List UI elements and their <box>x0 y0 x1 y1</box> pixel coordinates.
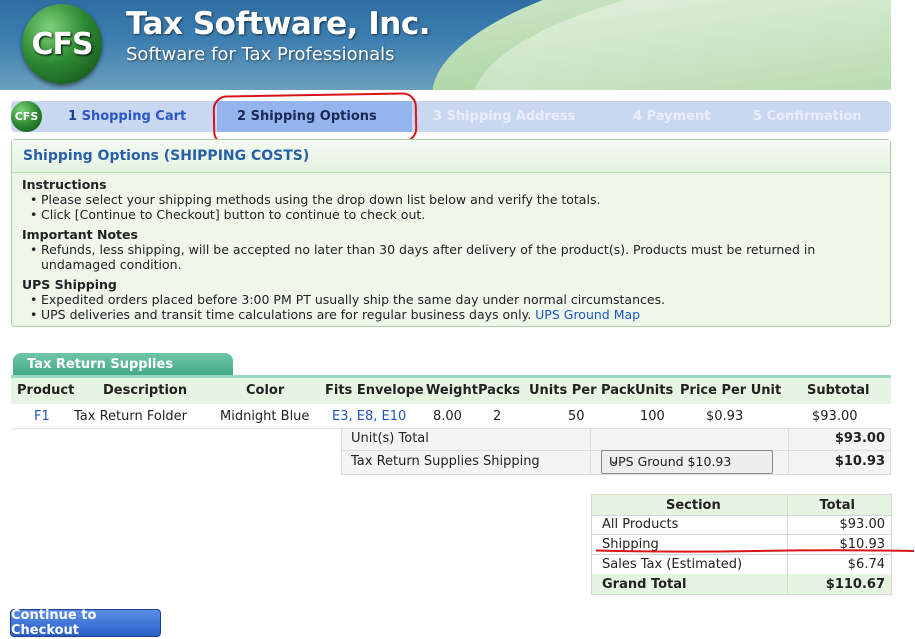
totals-row-value: $6.74 <box>847 557 885 572</box>
cell-description: Tax Return Folder <box>74 409 188 424</box>
product-link[interactable]: F1 <box>34 409 50 424</box>
ups-item: Expedited orders placed before 3:00 PM P… <box>30 292 665 307</box>
step-number: 4 <box>633 109 643 124</box>
ups-heading: UPS Shipping <box>22 277 117 292</box>
step-shipping-address: 3 Shipping Address <box>433 109 575 124</box>
totals-header-row: Section Total <box>591 494 892 516</box>
ups-section: UPS Shipping Expedited orders placed bef… <box>22 277 665 322</box>
instructions-heading: Instructions <box>22 177 107 192</box>
instruction-item: Click [Continue to Checkout] button to c… <box>30 207 600 222</box>
chevron-down-icon: ⌄ <box>609 453 620 467</box>
grand-total-value: $110.67 <box>825 577 885 592</box>
fits-envelope-link[interactable]: E3, E8, E10 <box>332 409 406 424</box>
col-color: Color <box>246 383 285 398</box>
cell-units-per-pack: 50 <box>568 409 585 424</box>
step-number: 5 <box>753 109 763 124</box>
step-label: Shipping Address <box>446 109 576 124</box>
units-total-empty-cell <box>590 428 790 452</box>
tax-return-supplies-tab: Tax Return Supplies <box>13 353 233 375</box>
totals-row-label: Sales Tax (Estimated) <box>602 557 743 572</box>
totals-header-section: Section <box>666 498 721 513</box>
col-weight: Weight <box>426 383 478 398</box>
shipping-method-label: Tax Return Supplies Shipping <box>351 454 540 469</box>
step-label: Shopping Cart <box>81 109 187 124</box>
notes-heading: Important Notes <box>22 227 138 242</box>
cell-packs: 2 <box>493 409 502 424</box>
step-shopping-cart[interactable]: 1 Shopping Cart <box>68 109 186 124</box>
ups-item: UPS deliveries and transit time calculat… <box>30 307 665 322</box>
mini-logo-text: CFS <box>14 110 39 123</box>
cell-subtotal: $93.00 <box>812 409 858 424</box>
supplies-table-header: Product Description Color Fits Envelope … <box>11 378 891 404</box>
units-total-label: Unit(s) Total <box>351 431 429 446</box>
ups-item-text: UPS deliveries and transit time calculat… <box>41 307 532 322</box>
panel-title: Shipping Options (SHIPPING COSTS) <box>23 148 310 164</box>
units-total-value: $93.00 <box>834 431 885 446</box>
totals-header-total: Total <box>819 498 855 513</box>
red-underline-annotation <box>596 549 914 553</box>
ups-ground-map-link[interactable]: UPS Ground Map <box>535 307 640 322</box>
col-description: Description <box>103 383 188 398</box>
table-row: F1 Tax Return Folder Midnight Blue E3, E… <box>11 404 891 429</box>
logo-text: CFS <box>31 26 93 62</box>
shipping-info-panel: Shipping Options (SHIPPING COSTS) Instru… <box>11 139 891 327</box>
site-header: CFS Tax Software, Inc. Software for Tax … <box>0 0 891 90</box>
totals-row: All Products $93.00 <box>591 514 892 535</box>
col-packs: Packs <box>478 383 521 398</box>
brand-title: Tax Software, Inc. <box>126 6 430 42</box>
cfs-mini-logo: CFS <box>11 101 42 132</box>
col-units-per-pack: Units Per Pack <box>529 383 636 398</box>
cell-color: Midnight Blue <box>220 409 310 424</box>
step-label: Confirmation <box>766 109 862 124</box>
grand-total-label: Grand Total <box>602 577 687 592</box>
continue-to-checkout-button[interactable]: Continue to Checkout <box>10 608 161 638</box>
totals-row: Sales Tax (Estimated) $6.74 <box>591 554 892 575</box>
step-label: Payment <box>646 109 711 124</box>
col-fits-envelope: Fits Envelope <box>325 383 424 398</box>
col-price-per-unit: Price Per Unit <box>680 383 782 398</box>
shipping-method-select[interactable]: UPS Ground $10.93 ⌄ <box>601 450 773 474</box>
step-number: 1 <box>68 109 78 124</box>
col-product: Product <box>17 383 75 398</box>
totals-row-value: $93.00 <box>839 517 886 532</box>
brand-subtitle: Software for Tax Professionals <box>126 44 395 65</box>
instructions-section: Instructions Please select your shipping… <box>22 177 600 222</box>
step-payment: 4 Payment <box>633 109 710 124</box>
instruction-item: Please select your shipping methods usin… <box>30 192 600 207</box>
notes-section: Important Notes Refunds, less shipping, … <box>22 227 872 272</box>
red-circle-annotation <box>212 92 418 146</box>
step-number: 3 <box>433 109 443 124</box>
col-units: Units <box>635 383 674 398</box>
tab-label: Tax Return Supplies <box>27 357 174 372</box>
cell-units: 100 <box>640 409 665 424</box>
cell-weight: 8.00 <box>433 409 462 424</box>
grand-total-row: Grand Total $110.67 <box>591 574 892 595</box>
shipping-total-value: $10.93 <box>834 454 885 469</box>
totals-row-label: All Products <box>602 517 679 532</box>
note-item: Refunds, less shipping, will be accepted… <box>30 242 872 272</box>
checkout-steps: CFS 1 Shopping Cart 2 Shipping Options 3… <box>11 101 891 132</box>
col-subtotal: Subtotal <box>807 383 870 398</box>
cfs-logo[interactable]: CFS <box>22 4 102 84</box>
cell-price: $0.93 <box>706 409 744 424</box>
step-confirmation: 5 Confirmation <box>753 109 862 124</box>
